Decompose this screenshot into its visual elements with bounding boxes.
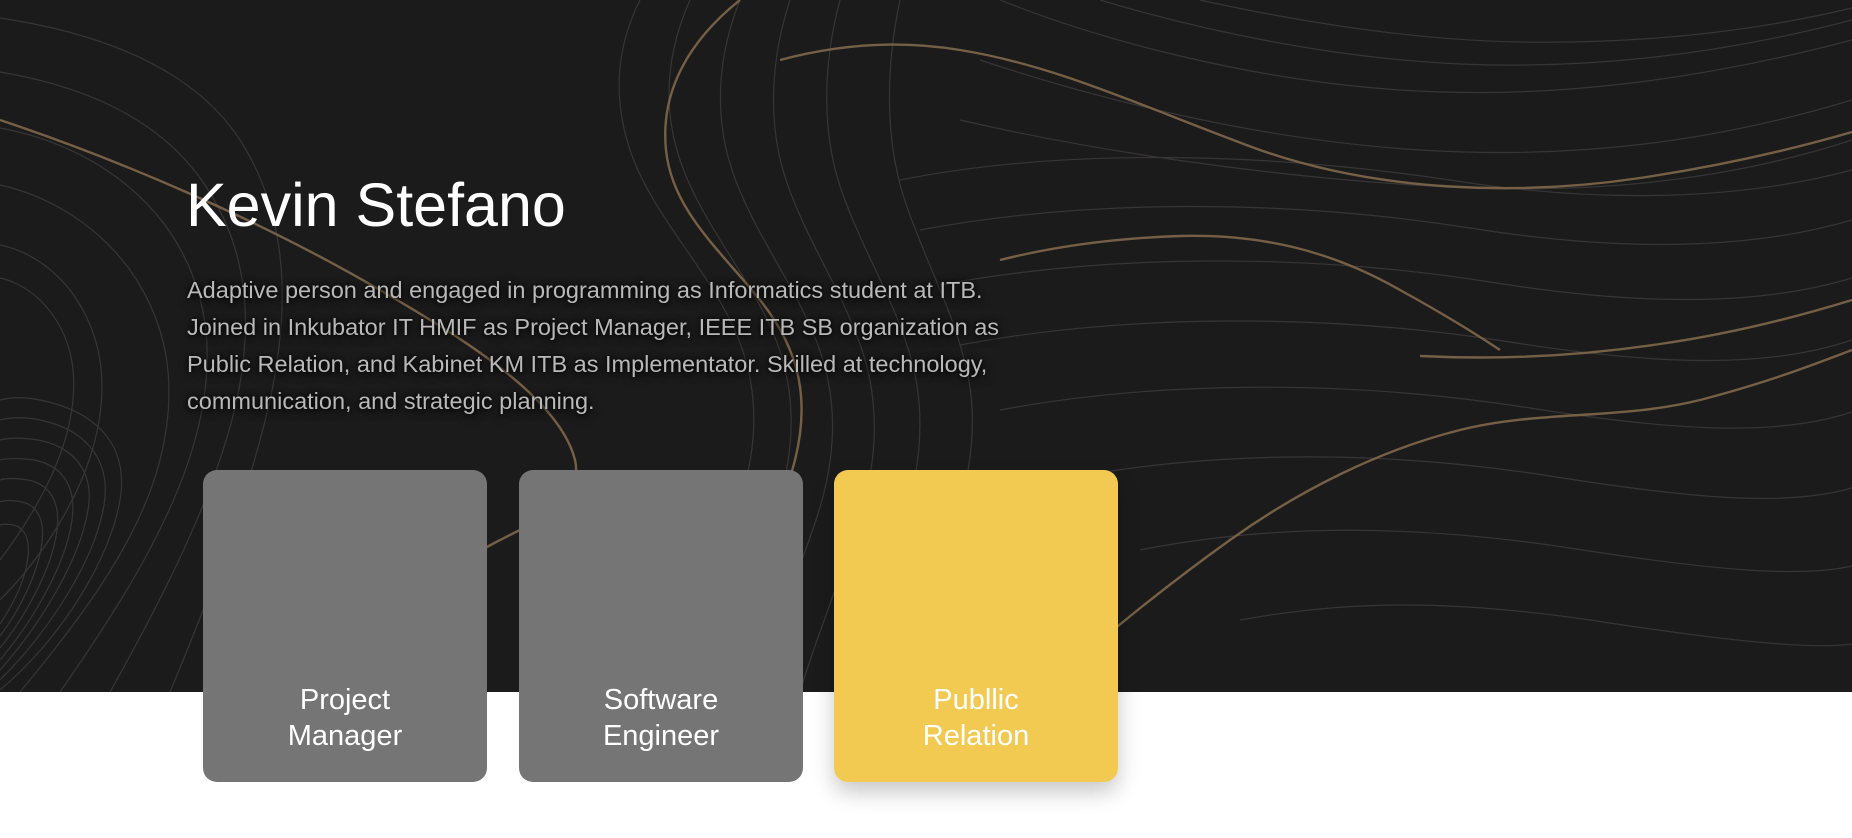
role-card-label: Software Engineer	[602, 684, 720, 752]
role-card-public-relation[interactable]: Publlic Relation	[834, 470, 1118, 782]
bio-text: Adaptive person and engaged in programmi…	[187, 277, 1000, 414]
role-card-label: Publlic Relation	[922, 684, 1030, 752]
page-title: Kevin Stefano	[186, 171, 566, 239]
role-card-software-engineer[interactable]: Software Engineer	[519, 470, 803, 782]
role-card-label: Project Manager	[287, 684, 403, 752]
role-card-project-manager[interactable]: Project Manager	[203, 470, 487, 782]
page: Kevin Stefano Adaptive person and engage…	[0, 0, 1852, 838]
